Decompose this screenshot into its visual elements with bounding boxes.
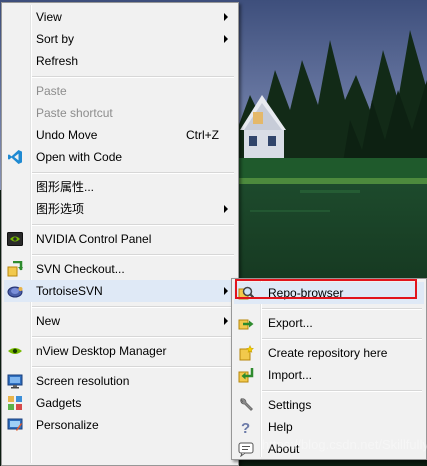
menu-item-repo-browser-label: Repo-browser bbox=[268, 286, 344, 300]
tortoise-svn-icon bbox=[7, 286, 23, 298]
menu-item-undo-move[interactable]: Undo Move Ctrl+Z bbox=[4, 124, 236, 146]
personalize-icon bbox=[7, 418, 23, 431]
submenu-arrow-icon bbox=[224, 317, 228, 325]
watermark-text: https://blog.csdn.net/Skillfully bbox=[262, 437, 427, 452]
menu-item-export[interactable]: Export... bbox=[234, 312, 424, 334]
menu-item-new-label: New bbox=[36, 314, 61, 328]
repo-browser-icon bbox=[238, 286, 254, 300]
menu-separator bbox=[32, 76, 234, 78]
menu-item-create-repository[interactable]: Create repository here bbox=[234, 342, 424, 364]
menu-item-view-label: View bbox=[36, 10, 62, 24]
menu-item-sort-by-label: Sort by bbox=[36, 32, 75, 46]
menu-separator bbox=[32, 366, 234, 368]
menu-separator bbox=[32, 306, 234, 308]
menu-item-screen-resolution-label: Screen resolution bbox=[36, 374, 130, 388]
menu-item-paste-shortcut-label: Paste shortcut bbox=[36, 106, 113, 120]
submenu-arrow-icon bbox=[224, 35, 228, 43]
menu-item-create-repository-label: Create repository here bbox=[268, 346, 388, 360]
menu-separator bbox=[32, 224, 234, 226]
menu-item-new[interactable]: New bbox=[4, 310, 236, 332]
menu-item-import-label: Import... bbox=[268, 368, 313, 382]
menu-separator bbox=[32, 336, 234, 338]
menu-item-undo-move-label: Undo Move bbox=[36, 128, 98, 142]
about-icon bbox=[238, 442, 254, 457]
menu-item-graphics-properties-label: 图形属性... bbox=[36, 180, 95, 194]
menu-separator bbox=[262, 338, 422, 340]
menu-item-import[interactable]: Import... bbox=[234, 364, 424, 386]
submenu-arrow-icon bbox=[224, 13, 228, 21]
menu-item-nview-desktop-manager[interactable]: nView Desktop Manager bbox=[4, 340, 236, 362]
menu-item-nvidia-control-panel-label: NVIDIA Control Panel bbox=[36, 232, 152, 246]
export-icon bbox=[238, 319, 254, 330]
undo-move-shortcut: Ctrl+Z bbox=[186, 128, 219, 142]
menu-item-svn-checkout-label: SVN Checkout... bbox=[36, 262, 125, 276]
menu-item-personalize-label: Personalize bbox=[36, 418, 99, 432]
menu-item-paste-label: Paste bbox=[36, 84, 67, 98]
menu-item-nview-desktop-manager-label: nView Desktop Manager bbox=[36, 344, 167, 358]
menu-item-view[interactable]: View bbox=[4, 6, 236, 28]
menu-item-graphics-options[interactable]: 图形选项 bbox=[4, 198, 236, 220]
menu-item-refresh-label: Refresh bbox=[36, 54, 79, 68]
menu-item-export-label: Export... bbox=[268, 316, 313, 330]
menu-item-screen-resolution[interactable]: Screen resolution bbox=[4, 370, 236, 392]
monitor-icon bbox=[7, 374, 23, 389]
create-repository-icon bbox=[239, 345, 254, 361]
svn-checkout-icon bbox=[7, 261, 23, 277]
gadgets-icon bbox=[8, 396, 22, 410]
menu-item-paste[interactable]: Paste bbox=[4, 80, 236, 102]
menu-item-open-with-code-label: Open with Code bbox=[36, 150, 123, 164]
menu-item-repo-browser[interactable]: Repo-browser bbox=[234, 282, 424, 304]
help-icon: ? bbox=[241, 420, 250, 435]
settings-wrench-icon bbox=[240, 397, 253, 411]
menu-item-nvidia-control-panel[interactable]: NVIDIA Control Panel bbox=[4, 228, 236, 250]
menu-item-tortoise-svn[interactable]: TortoiseSVN bbox=[4, 280, 236, 302]
menu-item-sort-by[interactable]: Sort by bbox=[4, 28, 236, 50]
menu-item-graphics-options-label: 图形选项 bbox=[36, 202, 85, 216]
nvidia-icon bbox=[7, 232, 23, 246]
tortoise-svn-submenu: Repo-browser Export... Create repository… bbox=[231, 278, 427, 460]
menu-separator bbox=[32, 172, 234, 174]
menu-item-gadgets[interactable]: Gadgets bbox=[4, 392, 236, 414]
menu-item-open-with-code[interactable]: Open with Code bbox=[4, 146, 236, 168]
menu-separator bbox=[32, 254, 234, 256]
menu-item-help-label: Help bbox=[268, 420, 293, 434]
menu-item-refresh[interactable]: Refresh bbox=[4, 50, 236, 72]
menu-item-gadgets-label: Gadgets bbox=[36, 396, 82, 410]
vscode-icon bbox=[8, 150, 22, 164]
menu-item-settings[interactable]: Settings bbox=[234, 394, 424, 416]
menu-item-paste-shortcut[interactable]: Paste shortcut bbox=[4, 102, 236, 124]
menu-item-personalize[interactable]: Personalize bbox=[4, 414, 236, 436]
submenu-arrow-icon bbox=[224, 205, 228, 213]
nview-icon bbox=[8, 348, 22, 354]
submenu-arrow-icon bbox=[224, 287, 228, 295]
menu-item-svn-checkout[interactable]: SVN Checkout... bbox=[4, 258, 236, 280]
svg-text:?: ? bbox=[241, 420, 250, 435]
import-icon bbox=[238, 368, 254, 383]
menu-item-tortoise-svn-label: TortoiseSVN bbox=[36, 284, 103, 298]
desktop-context-menu: View Sort by Refresh Paste Paste shortcu… bbox=[1, 2, 239, 466]
menu-separator bbox=[262, 390, 422, 392]
menu-separator bbox=[262, 308, 422, 310]
menu-item-graphics-properties[interactable]: 图形属性... bbox=[4, 176, 236, 198]
menu-item-help[interactable]: ? Help bbox=[234, 416, 424, 438]
menu-item-settings-label: Settings bbox=[268, 398, 312, 412]
